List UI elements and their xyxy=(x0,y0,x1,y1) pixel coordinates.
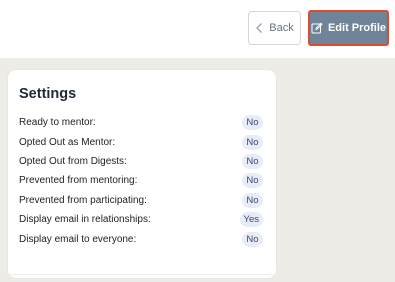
back-button[interactable]: Back xyxy=(248,11,301,45)
settings-row-email-relationships: Display email in relationships: Yes xyxy=(19,210,263,229)
edit-profile-label: Edit Profile xyxy=(327,22,387,34)
pencil-square-icon xyxy=(311,22,323,34)
setting-label: Display email to everyone: xyxy=(19,233,137,245)
setting-label: Opted Out as Mentor: xyxy=(19,136,116,148)
card-divider xyxy=(8,274,276,275)
setting-label: Display email in relationships: xyxy=(19,214,151,226)
setting-value-badge: Yes xyxy=(239,212,263,228)
setting-value-badge: No xyxy=(242,173,263,189)
setting-label: Opted Out from Digests: xyxy=(19,155,127,167)
back-button-label: Back xyxy=(269,22,294,34)
setting-label: Prevented from mentoring: xyxy=(19,175,138,187)
settings-row-prevented-participating: Prevented from participating: No xyxy=(19,191,263,210)
settings-list: Ready to mentor: No Opted Out as Mentor:… xyxy=(19,113,263,249)
chevron-left-icon xyxy=(256,23,263,33)
settings-row-prevented-mentoring: Prevented from mentoring: No xyxy=(19,171,263,190)
settings-row-ready-to-mentor: Ready to mentor: No xyxy=(19,113,263,132)
setting-value-badge: No xyxy=(242,231,263,247)
setting-label: Ready to mentor: xyxy=(19,117,96,129)
setting-label: Prevented from participating: xyxy=(19,194,147,206)
settings-row-opted-out-digests: Opted Out from Digests: No xyxy=(19,152,263,171)
setting-value-badge: No xyxy=(242,192,263,208)
setting-value-badge: No xyxy=(242,115,263,131)
edit-profile-button[interactable]: Edit Profile xyxy=(308,10,389,46)
settings-row-email-everyone: Display email to everyone: No xyxy=(19,229,263,248)
settings-row-opted-out-mentor: Opted Out as Mentor: No xyxy=(19,132,263,151)
top-bar: Back Edit Profile xyxy=(0,0,395,58)
setting-value-badge: No xyxy=(242,153,263,169)
settings-title: Settings xyxy=(19,86,77,102)
settings-card: Settings Ready to mentor: No Opted Out a… xyxy=(8,70,276,278)
setting-value-badge: No xyxy=(242,134,263,150)
